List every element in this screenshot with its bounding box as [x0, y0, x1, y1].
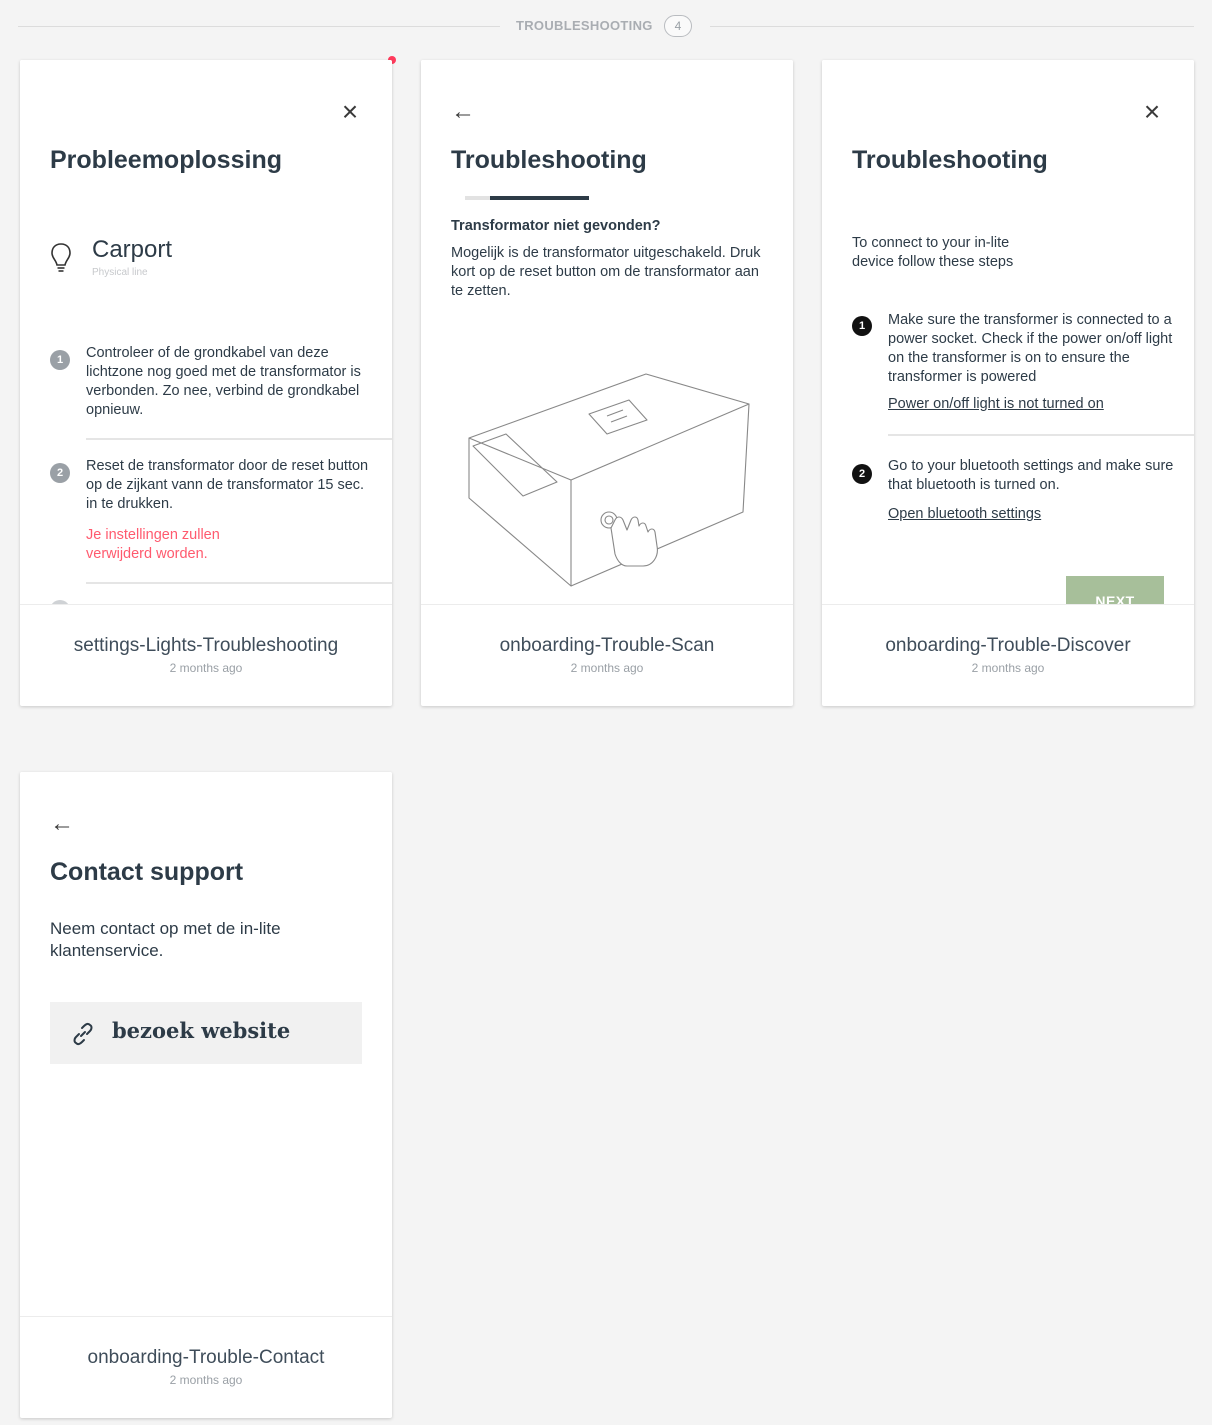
- screen-title: Probleemoplossing: [50, 146, 282, 174]
- screen-name[interactable]: settings-Lights-Troubleshooting: [20, 635, 392, 657]
- screen-thumbnail[interactable]: × Probleemoplossing Carport Physical lin…: [20, 60, 392, 604]
- progress-bar: [465, 196, 589, 200]
- back-arrow-icon[interactable]: ←: [451, 100, 475, 124]
- link-icon: [73, 1022, 93, 1046]
- lightbulb-icon: [51, 243, 71, 272]
- timestamp: 2 months ago: [570, 661, 644, 675]
- transformer-illustration: [468, 373, 750, 587]
- screen-card[interactable]: ← Contact support Neem contact op met de…: [20, 772, 392, 1418]
- light-name: Carport: [92, 236, 173, 263]
- close-icon[interactable]: ×: [338, 98, 362, 126]
- screen-name[interactable]: onboarding-Trouble-Scan: [421, 635, 793, 657]
- divider: [18, 26, 500, 27]
- step-number: 1: [852, 316, 872, 336]
- divider: [710, 26, 1194, 27]
- screen-text: Neem contact op met de in-lite klantense…: [50, 919, 281, 960]
- timestamp: 2 months ago: [971, 661, 1045, 675]
- card-footer: onboarding-Trouble-Scan 2 months ago: [421, 604, 793, 706]
- step-number: 2: [852, 464, 872, 484]
- intro-text: To connect to your in-lite device follow…: [852, 235, 1014, 270]
- screen-title: Contact support: [50, 858, 244, 886]
- screen-card[interactable]: ← Troubleshooting Transformator niet gev…: [421, 60, 793, 706]
- screen-name[interactable]: onboarding-Trouble-Discover: [822, 635, 1194, 657]
- timestamp: 2 months ago: [169, 1373, 243, 1387]
- screen-text: Mogelijk is de transformator uitgeschake…: [451, 245, 761, 299]
- step-text: Reset de transformator door de reset but…: [86, 458, 369, 512]
- divider: [86, 582, 392, 584]
- visit-website-button[interactable]: bezoek website: [50, 1002, 362, 1064]
- power-light-link[interactable]: Power on/off light is not turned on: [888, 396, 1104, 412]
- next-button[interactable]: NEXT: [1066, 576, 1164, 604]
- divider: [86, 438, 392, 440]
- screen-card[interactable]: × Probleemoplossing Carport Physical lin…: [20, 60, 392, 706]
- warning-text: Je instellingen zullen verwijderd worden…: [86, 527, 220, 562]
- visit-website-label: bezoek website: [112, 1018, 291, 1043]
- screen-name[interactable]: onboarding-Trouble-Contact: [20, 1347, 392, 1369]
- back-arrow-icon[interactable]: ←: [50, 812, 74, 836]
- close-icon[interactable]: ×: [1140, 98, 1164, 126]
- timestamp: 2 months ago: [169, 661, 243, 675]
- screen-title: Troubleshooting: [852, 146, 1048, 174]
- card-footer: onboarding-Trouble-Contact 2 months ago: [20, 1316, 392, 1418]
- card-footer: settings-Lights-Troubleshooting 2 months…: [20, 604, 392, 706]
- step-number: 1: [50, 350, 70, 370]
- divider: [888, 434, 1194, 436]
- section-title: TROUBLESHOOTING: [516, 18, 653, 33]
- step-text: Controleer of de grondkabel van deze lic…: [86, 345, 361, 418]
- screen-thumbnail[interactable]: × Troubleshooting To connect to your in-…: [822, 60, 1194, 604]
- bluetooth-settings-link[interactable]: Open bluetooth settings: [888, 506, 1041, 522]
- light-type: Physical line: [92, 267, 148, 278]
- screen-subtitle: Transformator niet gevonden?: [451, 218, 661, 234]
- step-text: Go to your bluetooth settings and make s…: [888, 458, 1174, 493]
- screen-title: Troubleshooting: [451, 146, 647, 174]
- screen-thumbnail[interactable]: ← Troubleshooting Transformator niet gev…: [421, 60, 793, 604]
- card-footer: onboarding-Trouble-Discover 2 months ago: [822, 604, 1194, 706]
- section-header: TROUBLESHOOTING 4: [18, 12, 1194, 40]
- step-number: 2: [50, 463, 70, 483]
- screen-card[interactable]: × Troubleshooting To connect to your in-…: [822, 60, 1194, 706]
- screen-thumbnail[interactable]: ← Contact support Neem contact op met de…: [20, 772, 392, 1316]
- progress-fill: [489, 196, 589, 200]
- section-count-badge: 4: [664, 15, 692, 37]
- step-text: Make sure the transformer is connected t…: [888, 312, 1173, 385]
